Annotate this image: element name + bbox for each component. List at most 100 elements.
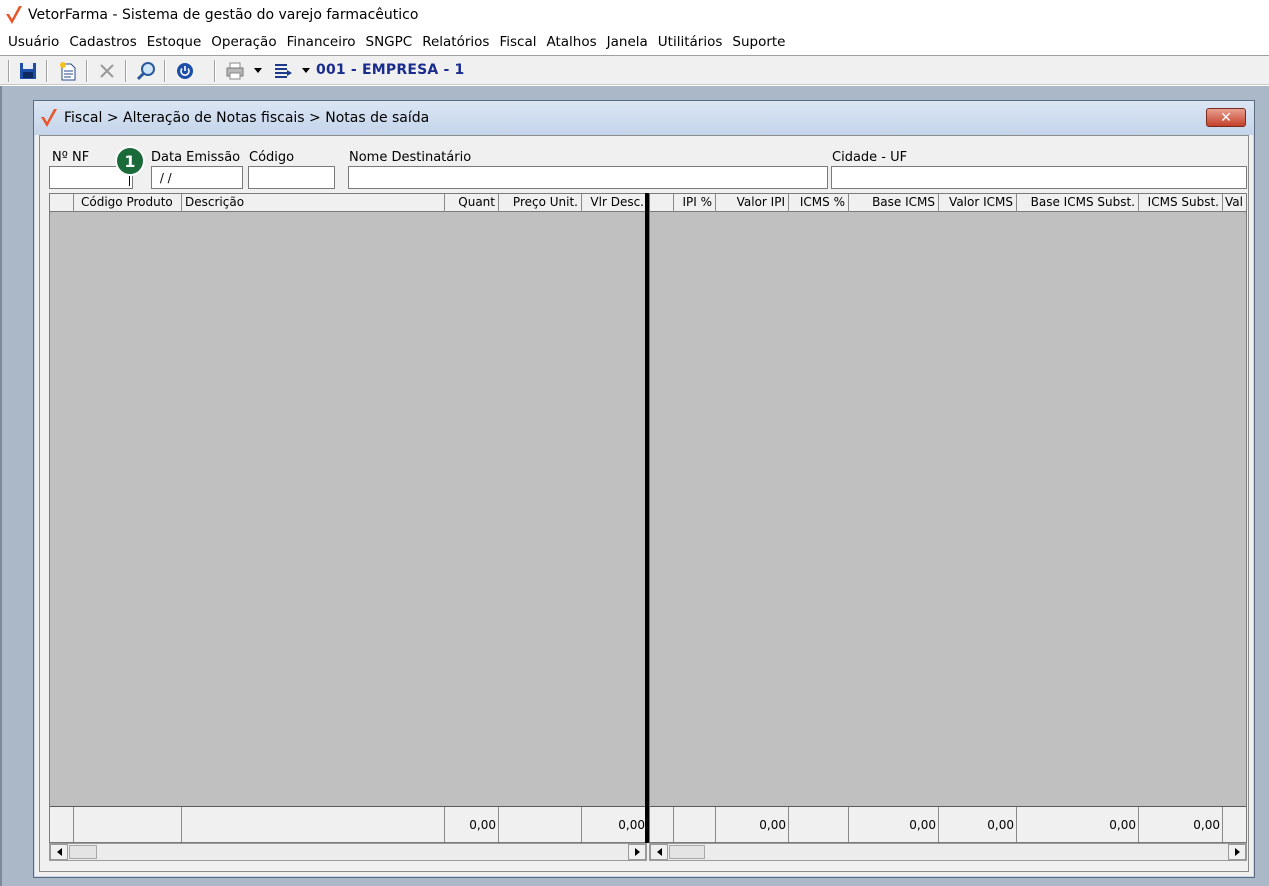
menu-fiscal[interactable]: Fiscal: [494, 30, 541, 54]
close-icon: ✕: [1220, 109, 1232, 126]
list-icon: [275, 64, 292, 78]
window-client-area: Nº NF 1 Data Emissão Código Nome Destina…: [39, 135, 1249, 872]
total-valor-ipi: 0,00: [716, 807, 789, 842]
new-document-icon: [60, 62, 76, 81]
exit-button[interactable]: [174, 60, 196, 82]
vetorfarma-logo-icon: [41, 109, 57, 127]
window-title: Fiscal > Alteração de Notas fiscais > No…: [64, 110, 430, 126]
date-label: Data Emissão: [151, 150, 241, 165]
total-cell: [789, 807, 849, 842]
print-icon: [226, 62, 244, 80]
column-header-val[interactable]: Val: [1223, 194, 1246, 212]
company-selector[interactable]: 001 - EMPRESA - 1: [316, 62, 465, 78]
total-base-icms: 0,00: [849, 807, 939, 842]
column-header-codigo-produto[interactable]: Código Produto: [74, 194, 182, 212]
code-input[interactable]: [248, 166, 335, 189]
grid-totals-row: 0,00 0,00 0,00 0,00 0,00: [650, 806, 1246, 842]
menu-estoque[interactable]: Estoque: [142, 30, 207, 54]
menu-bar: Usuário Cadastros Estoque Operação Finan…: [0, 30, 1269, 54]
list-dropdown-arrow[interactable]: [302, 68, 310, 73]
notas-saida-window: Fiscal > Alteração de Notas fiscais > No…: [33, 100, 1255, 878]
scroll-left-button[interactable]: [650, 844, 668, 860]
total-cell: [50, 807, 74, 842]
recipient-label: Nome Destinatário: [349, 150, 472, 165]
grid-totals-row: 0,00 0,00: [50, 806, 646, 842]
print-button[interactable]: [224, 60, 246, 82]
vetorfarma-logo-icon: [6, 6, 22, 24]
window-title-bar[interactable]: Fiscal > Alteração de Notas fiscais > No…: [34, 101, 1254, 135]
delete-button[interactable]: [96, 60, 118, 82]
total-vlr-desc: 0,00: [582, 807, 646, 842]
column-header-valor-icms[interactable]: Valor ICMS: [939, 194, 1017, 212]
toolbar: 001 - EMPRESA - 1: [0, 55, 1269, 85]
print-dropdown-arrow[interactable]: [254, 68, 262, 73]
scroll-right-button[interactable]: [1228, 844, 1246, 860]
total-cell: [74, 807, 182, 842]
column-header-quant[interactable]: Quant: [445, 194, 499, 212]
menu-operacao[interactable]: Operação: [206, 30, 281, 54]
column-header-preco-unit[interactable]: Preço Unit.: [499, 194, 582, 212]
scroll-thumb[interactable]: [69, 845, 97, 859]
total-base-icms-subst: 0,00: [1017, 807, 1139, 842]
toolbar-separator: [125, 60, 127, 82]
date-input[interactable]: [151, 166, 243, 189]
horizontal-scrollbar-right[interactable]: [649, 843, 1247, 861]
close-button[interactable]: ✕: [1206, 108, 1246, 127]
toolbar-separator: [164, 60, 166, 82]
app-title: VetorFarma - Sistema de gestão do varejo…: [28, 7, 419, 23]
menu-cadastros[interactable]: Cadastros: [64, 30, 141, 54]
column-header-ipi-pct[interactable]: IPI %: [674, 194, 716, 212]
scroll-thumb[interactable]: [669, 845, 705, 859]
menu-financeiro[interactable]: Financeiro: [282, 30, 361, 54]
arrow-right-icon: [634, 848, 640, 856]
app-title-bar: VetorFarma - Sistema de gestão do varejo…: [0, 0, 1269, 30]
total-cell: [1223, 807, 1246, 842]
column-header-base-icms-subst[interactable]: Base ICMS Subst.: [1017, 194, 1139, 212]
recipient-input[interactable]: [348, 166, 828, 189]
step-badge: 1: [115, 146, 145, 176]
scroll-left-button[interactable]: [50, 844, 68, 860]
column-header-indicator[interactable]: [650, 194, 674, 212]
items-grid-left[interactable]: Código Produto Descrição Quant Preço Uni…: [49, 193, 647, 843]
column-header-indicator[interactable]: [50, 194, 74, 212]
items-grid-right[interactable]: IPI % Valor IPI ICMS % Base ICMS Valor I…: [649, 193, 1247, 843]
toolbar-separator: [214, 60, 216, 82]
column-header-icms-pct[interactable]: ICMS %: [789, 194, 849, 212]
grid-header: Código Produto Descrição Quant Preço Uni…: [50, 194, 646, 212]
arrow-left-icon: [656, 848, 662, 856]
menu-relatorios[interactable]: Relatórios: [417, 30, 494, 54]
search-button[interactable]: [135, 60, 157, 82]
menu-atalhos[interactable]: Atalhos: [541, 30, 601, 54]
scroll-right-button[interactable]: [628, 844, 646, 860]
total-cell: [182, 807, 445, 842]
nf-label: Nº NF: [52, 150, 90, 165]
menu-usuario[interactable]: Usuário: [3, 30, 64, 54]
menu-sngpc[interactable]: SNGPC: [361, 30, 418, 54]
menu-suporte[interactable]: Suporte: [727, 30, 790, 54]
code-label: Código: [249, 150, 295, 165]
save-button[interactable]: [17, 60, 39, 82]
menu-janela[interactable]: Janela: [602, 30, 653, 54]
horizontal-scrollbar-left[interactable]: [49, 843, 647, 861]
search-icon: [136, 62, 155, 81]
power-icon: [177, 63, 193, 79]
city-input[interactable]: [831, 166, 1247, 189]
delete-icon: [100, 64, 114, 78]
new-button[interactable]: [57, 60, 79, 82]
total-cell: [650, 807, 674, 842]
toolbar-separator: [8, 60, 10, 82]
grid-header: IPI % Valor IPI ICMS % Base ICMS Valor I…: [650, 194, 1246, 212]
total-valor-icms: 0,00: [939, 807, 1017, 842]
column-header-vlr-desc[interactable]: Vlr Desc.: [582, 194, 646, 212]
column-header-valor-ipi[interactable]: Valor IPI: [716, 194, 789, 212]
save-icon: [20, 63, 36, 79]
column-header-base-icms[interactable]: Base ICMS: [849, 194, 939, 212]
menu-utilitarios[interactable]: Utilitários: [653, 30, 728, 54]
list-button[interactable]: [272, 60, 294, 82]
arrow-right-icon: [1234, 848, 1240, 856]
total-cell: [499, 807, 582, 842]
column-header-icms-subst[interactable]: ICMS Subst.: [1139, 194, 1223, 212]
toolbar-separator: [86, 60, 88, 82]
toolbar-separator: [46, 60, 48, 82]
column-header-descricao[interactable]: Descrição: [182, 194, 445, 212]
